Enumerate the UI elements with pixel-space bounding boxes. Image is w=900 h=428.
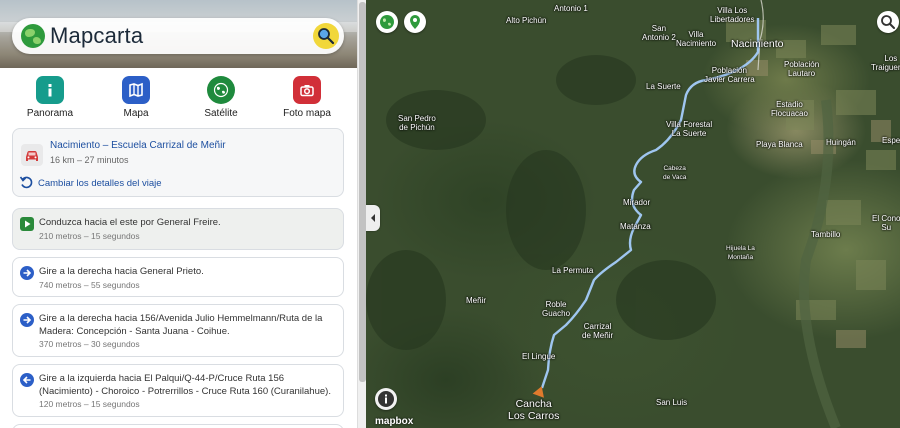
step-meta: 210 metros – 15 segundos bbox=[39, 230, 140, 241]
place-label[interactable]: Los Traiguenes bbox=[871, 54, 900, 72]
mode-satellite[interactable]: Satélite bbox=[181, 76, 261, 119]
place-label[interactable]: Antonio 1 bbox=[554, 4, 588, 13]
direction-step[interactable]: Gire a la derecha hacia 156/Avenida Juli… bbox=[12, 304, 344, 357]
step-instruction: Gire a la derecha hacia General Prieto. bbox=[39, 266, 204, 277]
trip-title[interactable]: Nacimiento – Escuela Carrizal de Meñir bbox=[50, 140, 226, 151]
collapse-panel-button[interactable] bbox=[366, 205, 380, 231]
place-label[interactable]: Alto Pichún bbox=[506, 16, 546, 25]
mode-panorama[interactable]: Panorama bbox=[10, 76, 90, 119]
direction-step[interactable]: Gire a la izquierda hacia El Palqui/Q-44… bbox=[12, 364, 344, 417]
info-icon bbox=[36, 76, 64, 104]
place-label[interactable]: San Luis bbox=[656, 398, 687, 407]
brand-name: Mapcarta bbox=[50, 23, 144, 48]
direction-step[interactable] bbox=[12, 424, 344, 428]
place-label[interactable]: San Pedro de Pichún bbox=[398, 114, 436, 132]
place-label[interactable]: Cancha Los Carros bbox=[508, 398, 559, 422]
map-info-button[interactable] bbox=[375, 388, 397, 410]
mode-label: Foto mapa bbox=[283, 108, 331, 119]
map-search-button[interactable] bbox=[877, 11, 899, 33]
change-trip-label: Cambiar los detalles del viaje bbox=[38, 178, 162, 190]
place-label[interactable]: Mirador bbox=[623, 198, 650, 207]
step-meta: 120 metros – 15 segundos bbox=[39, 399, 140, 409]
map-globe-button[interactable] bbox=[376, 11, 398, 33]
search-icon bbox=[318, 28, 335, 45]
mode-label: Mapa bbox=[123, 108, 149, 119]
direction-step[interactable]: Gire a la derecha hacia General Prieto. 7… bbox=[12, 257, 344, 297]
search-icon bbox=[881, 15, 895, 29]
place-label[interactable]: La Suerte bbox=[646, 82, 681, 91]
arrow-right-icon bbox=[20, 266, 34, 280]
place-label[interactable]: Playa Blanca bbox=[756, 140, 803, 149]
chevron-left-icon bbox=[371, 214, 375, 222]
trip-summary-card: Nacimiento – Escuela Carrizal de Meñir 1… bbox=[12, 128, 344, 197]
mapbox-attribution[interactable]: mapbox bbox=[375, 416, 413, 427]
place-label[interactable]: Tambillo bbox=[811, 230, 840, 239]
step-meta: 370 metros – 30 segundos bbox=[39, 339, 140, 349]
mode-map[interactable]: Mapa bbox=[96, 76, 176, 119]
step-instruction: Gire a la izquierda hacia El Palqui/Q-44… bbox=[39, 373, 331, 397]
place-label[interactable]: Villa Los Libertadores bbox=[710, 6, 754, 24]
trip-meta: 16 km – 27 minutos bbox=[50, 155, 129, 165]
terrain-layer bbox=[366, 0, 896, 428]
view-modes: Panorama Mapa Satélite Foto mapa bbox=[0, 76, 357, 120]
satellite-map[interactable]: Antonio 1 Alto Pichún Villa Los Libertad… bbox=[366, 0, 900, 428]
place-label[interactable]: San Antonio 2 bbox=[642, 24, 676, 42]
place-label[interactable]: Espe bbox=[882, 136, 900, 145]
scrollbar-thumb[interactable] bbox=[359, 2, 366, 382]
globe-icon bbox=[380, 15, 394, 29]
place-label[interactable]: Estadio Flocuacao bbox=[771, 100, 808, 118]
place-label[interactable]: El Cono Su bbox=[872, 214, 900, 232]
step-instruction: Gire a la derecha hacia 156/Avenida Juli… bbox=[39, 313, 323, 337]
place-label[interactable]: La Permuta bbox=[552, 266, 593, 275]
place-label[interactable]: Villa Nacimiento bbox=[676, 30, 716, 48]
place-label[interactable]: Nacimiento bbox=[731, 38, 784, 50]
place-label[interactable]: Roble Guacho bbox=[542, 300, 570, 318]
step-meta: 740 metros – 55 segundos bbox=[39, 279, 140, 290]
place-label[interactable]: Huingán bbox=[826, 138, 856, 147]
place-label[interactable]: Hijuela La Montaña bbox=[726, 244, 755, 262]
place-label[interactable]: El Lingue bbox=[522, 352, 555, 361]
change-trip-link[interactable]: Cambiar los detalles del viaje bbox=[19, 175, 162, 192]
place-label[interactable]: Carrizal de Meñir bbox=[582, 322, 613, 340]
search-button[interactable] bbox=[313, 23, 339, 49]
car-icon bbox=[21, 144, 43, 166]
mode-photo-map[interactable]: Foto mapa bbox=[267, 76, 347, 119]
place-label[interactable]: Matanza bbox=[620, 222, 651, 231]
directions-panel: Mapcarta Panorama Mapa Satélite Foto map… bbox=[0, 0, 357, 428]
place-label[interactable]: Villa Forestal La Suerte bbox=[666, 120, 712, 138]
mode-label: Satélite bbox=[204, 108, 238, 119]
map-icon bbox=[122, 76, 150, 104]
undo-icon bbox=[19, 175, 33, 192]
step-instruction: Conduzca hacia el este por General Freir… bbox=[39, 217, 221, 228]
camera-icon bbox=[293, 76, 321, 104]
place-label[interactable]: Población Javier Carrera bbox=[704, 66, 755, 84]
arrow-right-icon bbox=[20, 313, 34, 327]
mode-label: Panorama bbox=[26, 108, 74, 119]
place-label[interactable]: Meñir bbox=[466, 296, 486, 305]
arrow-left-icon bbox=[20, 373, 34, 387]
map-pin-button[interactable] bbox=[404, 11, 426, 33]
info-icon bbox=[378, 391, 394, 407]
search-bar[interactable]: Mapcarta bbox=[12, 18, 344, 54]
globe-icon bbox=[207, 76, 235, 104]
mapcarta-logo-icon bbox=[21, 24, 45, 48]
direction-step[interactable]: Conduzca hacia el este por General Freir… bbox=[12, 208, 344, 250]
place-label[interactable]: Cabeza de Vaca bbox=[663, 164, 686, 182]
location-pin-icon bbox=[410, 15, 420, 29]
play-icon bbox=[20, 217, 34, 231]
place-label[interactable]: Población Lautaro bbox=[784, 60, 819, 78]
